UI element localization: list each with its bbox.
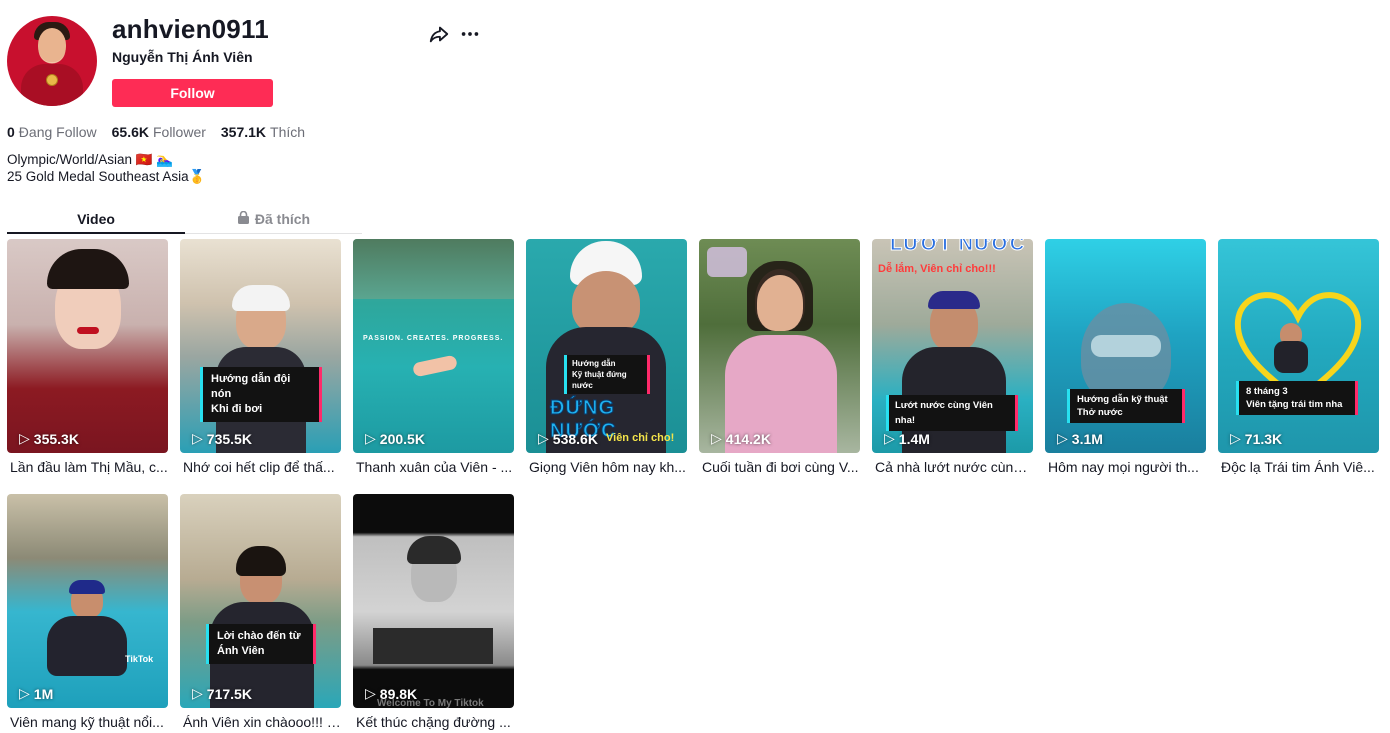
video-thumbnail[interactable]: Hướng dẫn đội nón Khi đi bơi ▷ 735.5K [180, 239, 341, 453]
video-caption[interactable]: Độc lạ Trái tim Ánh Viê... [1218, 459, 1379, 475]
bio-line: Olympic/World/Asian 🇻🇳 🏊‍♀️ [7, 152, 174, 167]
follower-count[interactable]: 65.6K Follower [112, 124, 206, 140]
video-card[interactable]: ▷ 355.3K Lần đầu làm Thị Mầu, c... [7, 239, 168, 479]
video-caption[interactable]: Giọng Viên hôm nay kh... [526, 459, 687, 475]
profile-page: anhvien0911 Nguyễn Thị Ánh Viên Follow 0… [0, 0, 1390, 733]
video-caption[interactable]: Nhớ coi hết clip để thấ... [180, 459, 341, 475]
video-card[interactable]: LƯỚT NƯỚC Dễ lắm, Viên chỉ cho!!! Lướt n… [872, 239, 1033, 479]
video-caption[interactable]: Hôm nay mọi người th... [1045, 459, 1206, 475]
follow-button[interactable]: Follow [112, 79, 273, 107]
play-icon: ▷ [192, 430, 203, 446]
play-icon: ▷ [538, 430, 549, 446]
video-thumbnail[interactable]: 8 tháng 3 Viên tặng trái tim nha ▷ 71.3K [1218, 239, 1379, 453]
video-thumbnail[interactable]: TikTok ▷ 1M [7, 494, 168, 708]
video-thumbnail[interactable]: Hướng dẫn kỹ thuật Thở nước ▷ 3.1M [1045, 239, 1206, 453]
video-card[interactable]: TikTok ▷ 1M Viên mang kỹ thuật nổi... [7, 494, 168, 733]
profile-tabs: Video Đã thích [7, 205, 362, 234]
play-icon: ▷ [884, 430, 895, 446]
nickname: Nguyễn Thị Ánh Viên [112, 49, 253, 65]
video-grid: ▷ 355.3K Lần đầu làm Thị Mầu, c... Hướng … [7, 239, 1379, 733]
play-icon: ▷ [365, 685, 376, 701]
video-card[interactable]: ▷ 414.2K Cuối tuần đi bơi cùng V... [699, 239, 860, 479]
play-icon: ▷ [1230, 430, 1241, 446]
username: anhvien0911 [112, 14, 269, 44]
bio-line: 25 Gold Medal Southeast Asia🥇 [7, 169, 206, 184]
play-icon: ▷ [19, 430, 30, 446]
video-card[interactable]: 8 tháng 3 Viên tặng trái tim nha ▷ 71.3K … [1218, 239, 1379, 479]
tab-liked[interactable]: Đã thích [185, 205, 363, 233]
video-caption[interactable]: Cả nhà lướt nước cùng ... [872, 459, 1033, 475]
play-icon: ▷ [365, 430, 376, 446]
video-card[interactable]: Hướng dẫn Kỹ thuật đứng nước ĐỨNG NƯỚC V… [526, 239, 687, 479]
lock-icon [237, 210, 249, 227]
video-thumbnail[interactable]: LƯỚT NƯỚC Dễ lắm, Viên chỉ cho!!! Lướt n… [872, 239, 1033, 453]
video-thumbnail[interactable]: PASSION. CREATES. PROGRESS. ▷ 200.5K [353, 239, 514, 453]
video-caption[interactable]: Ánh Viên xin chàooo!!! #Á [180, 714, 341, 730]
play-icon: ▷ [1057, 430, 1068, 446]
active-tab-indicator [7, 232, 185, 234]
video-thumbnail[interactable]: ▷ 414.2K [699, 239, 860, 453]
play-icon: ▷ [19, 685, 30, 701]
profile-stats: 0 Đang Follow 65.6K Follower 357.1K Thích [7, 124, 305, 140]
video-caption[interactable]: Thanh xuân của Viên - ... [353, 459, 514, 475]
avatar[interactable] [7, 16, 97, 106]
tab-video[interactable]: Video [7, 205, 185, 233]
video-thumbnail[interactable]: Lời chào đến từ Ánh Viên ▷ 717.5K [180, 494, 341, 708]
video-caption[interactable]: Kết thúc chặng đường ... [353, 714, 514, 730]
video-card[interactable]: Hướng dẫn kỹ thuật Thở nước ▷ 3.1M Hôm na… [1045, 239, 1206, 479]
video-caption[interactable]: Cuối tuần đi bơi cùng V... [699, 459, 860, 475]
video-thumbnail[interactable]: Welcome To My Tiktok ▷ 89.8K [353, 494, 514, 708]
video-card[interactable]: Hướng dẫn đội nón Khi đi bơi ▷ 735.5K Nhớ… [180, 239, 341, 479]
bio: Olympic/World/Asian 🇻🇳 🏊‍♀️ 25 Gold Meda… [7, 151, 205, 185]
video-caption[interactable]: Viên mang kỹ thuật nổi... [7, 714, 168, 730]
video-thumbnail[interactable]: Hướng dẫn Kỹ thuật đứng nước ĐỨNG NƯỚC V… [526, 239, 687, 453]
video-card[interactable]: Welcome To My Tiktok ▷ 89.8K Kết thúc chặ… [353, 494, 514, 733]
more-options-icon[interactable] [458, 22, 482, 46]
likes-count: 357.1K Thích [220, 124, 306, 140]
share-icon[interactable] [427, 22, 451, 46]
video-card[interactable]: PASSION. CREATES. PROGRESS. ▷ 200.5K Than… [353, 239, 514, 479]
video-caption[interactable]: Lần đầu làm Thị Mầu, c... [7, 459, 168, 475]
video-card[interactable]: Lời chào đến từ Ánh Viên ▷ 717.5K Ánh Viê… [180, 494, 341, 733]
play-icon: ▷ [192, 685, 203, 701]
following-count[interactable]: 0 Đang Follow [7, 124, 97, 140]
play-icon: ▷ [711, 430, 722, 446]
video-thumbnail[interactable]: ▷ 355.3K [7, 239, 168, 453]
